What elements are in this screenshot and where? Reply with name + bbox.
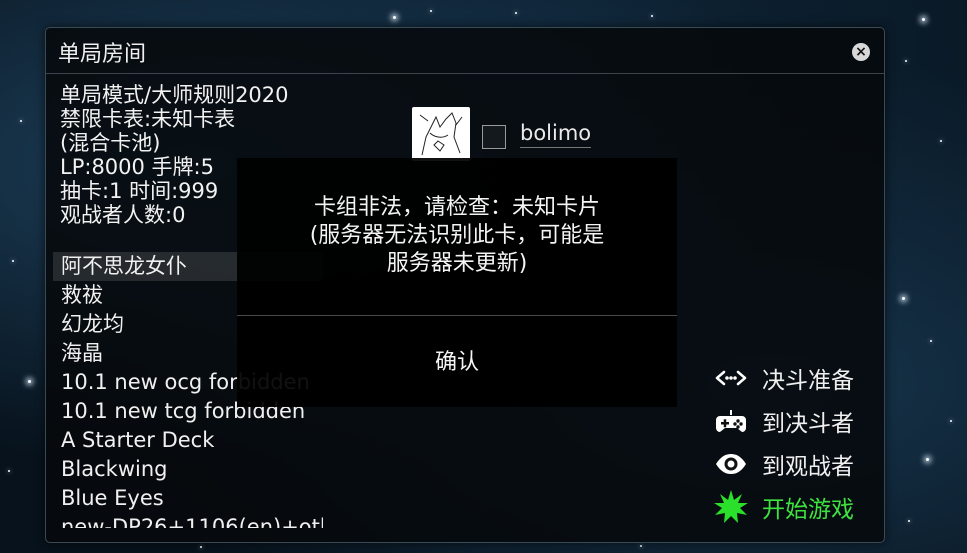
arrows-swap-icon xyxy=(714,364,748,392)
player-name: bolimo xyxy=(520,121,592,148)
deck-list-item[interactable]: new-DP26+1106(en)+other xyxy=(53,513,323,528)
avatar xyxy=(412,107,470,161)
duel-ready-label: 决斗准备 xyxy=(762,367,854,394)
error-dialog: 卡组非法，请检查：未知卡片 (服务器无法识别此卡，可能是 服务器未更新) 确认 xyxy=(237,158,677,407)
avatar-sketch-icon xyxy=(419,112,463,156)
deck-list-item[interactable]: Blackwing xyxy=(53,455,323,484)
player-ready-checkbox[interactable] xyxy=(482,125,506,149)
to-spectator-label: 到观战者 xyxy=(762,453,854,480)
window-title: 单局房间 xyxy=(58,42,147,67)
room-card-pool: (混合卡池) xyxy=(60,131,161,155)
error-message-line: 服务器未更新) xyxy=(386,251,528,276)
error-message-line: 卡组非法，请检查：未知卡片 xyxy=(313,195,600,220)
error-message-line: (服务器无法识别此卡，可能是 xyxy=(309,223,605,248)
title-divider xyxy=(46,73,884,74)
start-game-label: 开始游戏 xyxy=(762,496,854,523)
to-duelist-button[interactable]: 到决斗者 xyxy=(714,399,854,442)
to-duelist-label: 到决斗者 xyxy=(762,410,854,437)
close-icon: × xyxy=(855,44,867,60)
dialog-divider xyxy=(237,315,677,316)
start-game-button[interactable]: 开始游戏 xyxy=(714,485,854,528)
close-button[interactable]: × xyxy=(852,43,870,61)
starburst-icon xyxy=(714,489,748,523)
to-spectator-button[interactable]: 到观战者 xyxy=(714,442,854,485)
duel-ready-button[interactable]: 决斗准备 xyxy=(714,356,854,399)
confirm-button[interactable]: 确认 xyxy=(237,344,677,376)
eye-icon xyxy=(714,450,748,478)
room-banlist: 禁限卡表:未知卡表 xyxy=(60,107,236,131)
error-message: 卡组非法，请检查：未知卡片 (服务器无法识别此卡，可能是 服务器未更新) xyxy=(237,194,677,278)
deck-list-item[interactable]: Blue Eyes xyxy=(53,484,323,513)
room-mode: 单局模式/大师规则2020 xyxy=(60,83,289,107)
gamepad-icon xyxy=(714,407,748,435)
deck-list-item[interactable]: A Starter Deck xyxy=(53,426,323,455)
room-actions: 决斗准备 到决斗者 到观战者 开始游戏 xyxy=(714,356,854,528)
